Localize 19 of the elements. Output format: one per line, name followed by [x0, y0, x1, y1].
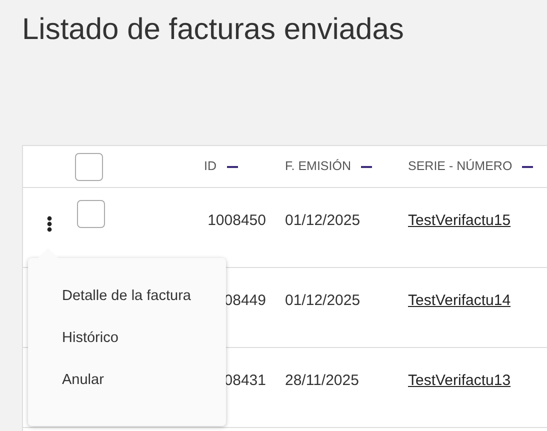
- date-text: 28/11/2025: [285, 372, 359, 389]
- menu-item[interactable]: Histórico: [62, 328, 118, 350]
- row-checkbox[interactable]: [77, 200, 105, 228]
- column-header[interactable]: ID: [204, 157, 216, 176]
- id-text: 1008450: [208, 212, 266, 229]
- id-text: 08431: [224, 372, 266, 389]
- column-header[interactable]: SERIE - NÚMERO: [408, 157, 512, 176]
- more-options-icon[interactable]: [46, 216, 52, 232]
- id-text: 08449: [224, 292, 266, 309]
- invoice-link[interactable]: TestVerifactu15: [408, 212, 511, 229]
- page-title: Listado de facturas enviadas: [21, 12, 405, 48]
- invoice-link[interactable]: TestVerifactu13: [408, 372, 511, 389]
- column-header[interactable]: F. EMISIÓN: [285, 157, 351, 176]
- date-text: 01/12/2025: [285, 292, 360, 309]
- menu-item[interactable]: Anular: [62, 370, 104, 392]
- menu-item[interactable]: Detalle de la factura: [62, 286, 191, 308]
- date-text: 01/12/2025: [285, 212, 360, 229]
- invoice-link[interactable]: TestVerifactu14: [408, 292, 511, 309]
- select-all-checkbox[interactable]: [75, 152, 103, 180]
